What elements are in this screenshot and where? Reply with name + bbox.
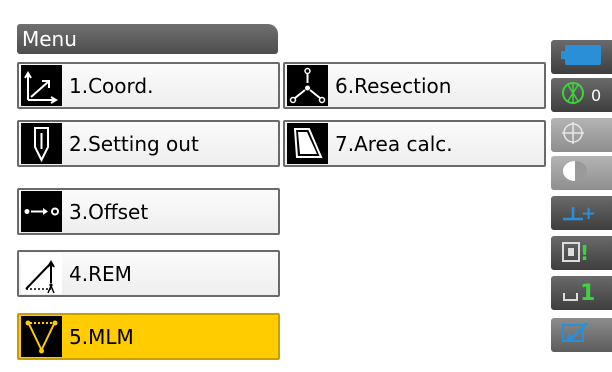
menu-item-label: 1.Coord. (69, 73, 154, 98)
menu-item-label: 6.Resection (335, 73, 452, 98)
area-polygon-icon (287, 123, 328, 164)
half-circle-icon (561, 159, 589, 187)
menu-item-resection[interactable]: 6.Resection (283, 62, 546, 109)
menu-item-mlm[interactable]: 5.MLM (17, 313, 280, 360)
side-display-button[interactable]: ! (551, 236, 612, 270)
side-edit-button[interactable] (551, 318, 612, 352)
battery-icon (561, 44, 603, 70)
offset-arrow-icon (21, 191, 62, 232)
side-step-button[interactable]: 1 (551, 276, 612, 310)
menu-title-bar: Menu (17, 24, 278, 54)
missing-line-icon (21, 316, 62, 357)
menu-item-label: 4.REM (69, 261, 132, 286)
pen-edit-icon (561, 321, 591, 349)
step-one-icon (561, 279, 579, 307)
crosshair-icon (561, 121, 585, 149)
menu-item-setting-out[interactable]: 2.Setting out (17, 120, 280, 167)
resection-icon (287, 65, 328, 106)
add-height-text: + (581, 202, 597, 224)
menu-item-offset[interactable]: 3.Offset (17, 188, 280, 235)
side-height-button[interactable]: + (551, 196, 612, 230)
menu-item-label: 2.Setting out (69, 131, 199, 156)
menu-item-coord[interactable]: 1.Coord. (17, 62, 280, 109)
menu-item-label: 3.Offset (69, 199, 149, 224)
display-flag-text: ! (580, 241, 590, 265)
side-battery-button[interactable] (551, 40, 612, 74)
prism-target-icon (561, 81, 585, 109)
menu-item-label: 7.Area calc. (335, 131, 453, 156)
remote-elevation-icon (21, 253, 62, 294)
side-target-button[interactable]: 0 (551, 78, 612, 112)
coordinate-axes-icon (21, 65, 62, 106)
menu-item-rem[interactable]: 4.REM (17, 250, 280, 297)
stake-icon (21, 123, 62, 164)
target-constant-text: 0 (591, 85, 602, 105)
step-one-text: 1 (580, 280, 596, 306)
menu-item-label: 5.MLM (69, 324, 134, 349)
side-illumination-button[interactable] (551, 156, 612, 190)
menu-title: Menu (22, 27, 77, 51)
side-crosshair-button[interactable] (551, 118, 612, 152)
menu-item-area-calc[interactable]: 7.Area calc. (283, 120, 546, 167)
